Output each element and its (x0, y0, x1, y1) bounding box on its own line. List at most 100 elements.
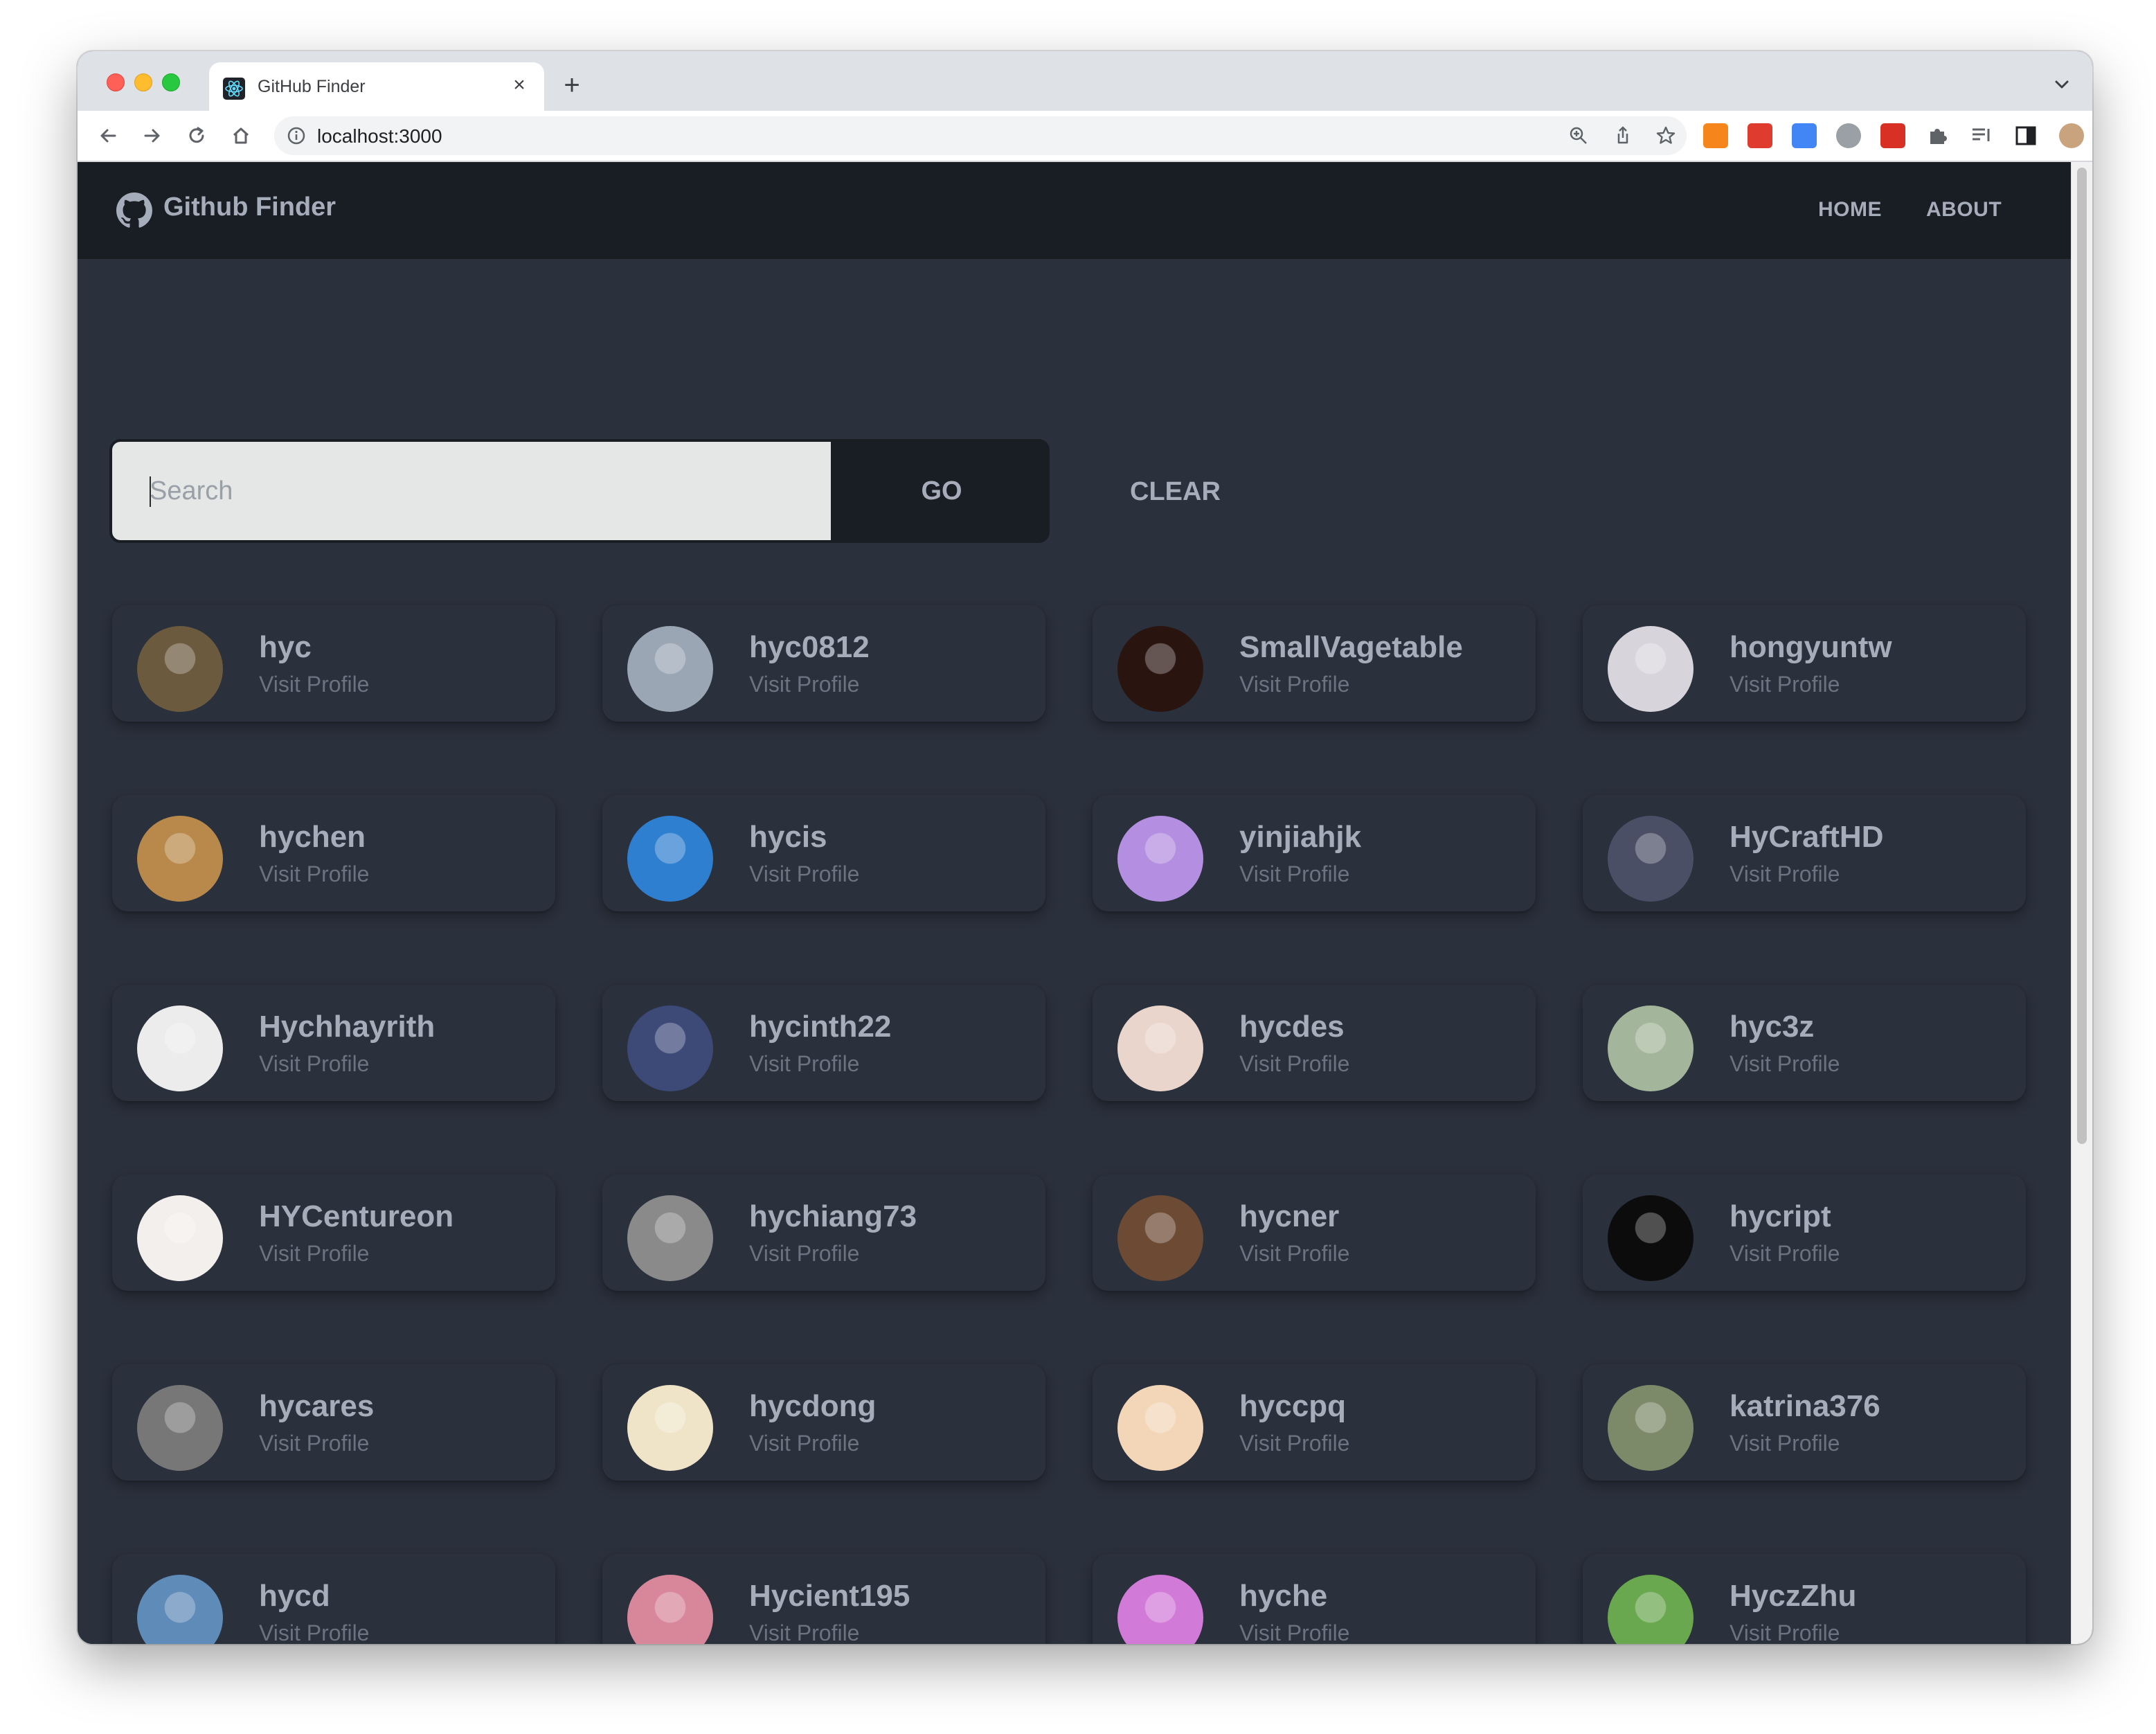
user-card[interactable]: hyc Visit Profile (112, 605, 555, 722)
user-card[interactable]: hycript Visit Profile (1583, 1174, 2026, 1291)
visit-profile-link[interactable]: Visit Profile (749, 861, 859, 887)
user-login: hycinth22 (749, 1010, 892, 1044)
user-login: hyc3z (1730, 1010, 1815, 1044)
user-card[interactable]: HYCentureon Visit Profile (112, 1174, 555, 1291)
user-card[interactable]: yinjiahjk Visit Profile (1093, 795, 1536, 911)
metamask-extension-icon[interactable] (1703, 123, 1728, 148)
visit-profile-link[interactable]: Visit Profile (1730, 672, 1840, 697)
visit-profile-link[interactable]: Visit Profile (1239, 1241, 1349, 1267)
user-card[interactable]: hycdong Visit Profile (602, 1364, 1045, 1481)
zoom-icon[interactable] (1567, 125, 1590, 147)
user-avatar (1608, 1195, 1694, 1281)
visit-profile-link[interactable]: Visit Profile (1239, 1431, 1349, 1456)
user-card[interactable]: SmallVagetable Visit Profile (1093, 605, 1536, 722)
browser-window: GitHub Finder × + localhost:3000 Github … (78, 51, 2092, 1644)
nav-about-link[interactable]: ABOUT (1926, 198, 2002, 222)
user-login: HyCraftHD (1730, 820, 1884, 854)
user-card[interactable]: hycis Visit Profile (602, 795, 1045, 911)
url-text[interactable]: localhost:3000 (317, 125, 442, 148)
zoom-window-button[interactable] (162, 73, 180, 91)
user-login: yinjiahjk (1239, 820, 1362, 854)
visit-profile-link[interactable]: Visit Profile (1730, 1620, 1840, 1644)
user-card[interactable]: hyccpq Visit Profile (1093, 1364, 1536, 1481)
user-card[interactable]: hongyuntw Visit Profile (1583, 605, 2026, 722)
visit-profile-link[interactable]: Visit Profile (749, 1431, 859, 1456)
share-icon[interactable] (1612, 125, 1634, 147)
user-card[interactable]: hycd Visit Profile (112, 1554, 555, 1644)
close-tab-icon[interactable]: × (507, 73, 532, 98)
user-card[interactable]: hyche Visit Profile (1093, 1554, 1536, 1644)
visit-profile-link[interactable]: Visit Profile (1239, 1051, 1349, 1077)
visit-profile-link[interactable]: Visit Profile (259, 1431, 369, 1456)
address-bar[interactable]: localhost:3000 (274, 116, 1687, 155)
user-card[interactable]: katrina376 Visit Profile (1583, 1364, 2026, 1481)
user-card[interactable]: hyc0812 Visit Profile (602, 605, 1045, 722)
user-login: hyc0812 (749, 630, 870, 664)
user-card[interactable]: HyczZhu Visit Profile (1583, 1554, 2026, 1644)
user-avatar (627, 1005, 713, 1091)
brand-title[interactable]: Github Finder (163, 193, 336, 222)
user-login: hycdes (1239, 1010, 1345, 1044)
user-avatar (1117, 1385, 1203, 1471)
user-avatar (137, 626, 223, 712)
user-card[interactable]: hycdes Visit Profile (1093, 985, 1536, 1101)
visit-profile-link[interactable]: Visit Profile (259, 1620, 369, 1644)
nav-home-link[interactable]: HOME (1818, 198, 1882, 222)
grammar-extension-icon[interactable] (1836, 123, 1861, 148)
user-card[interactable]: Hychhayrith Visit Profile (112, 985, 555, 1101)
user-login: Hycient195 (749, 1579, 910, 1613)
user-card[interactable]: hycares Visit Profile (112, 1364, 555, 1481)
visit-profile-link[interactable]: Visit Profile (259, 861, 369, 887)
user-login: hychiang73 (749, 1199, 917, 1233)
visit-profile-link[interactable]: Visit Profile (749, 1241, 859, 1267)
visit-profile-link[interactable]: Visit Profile (749, 1620, 859, 1644)
puzzle-icon[interactable] (1925, 123, 1950, 148)
visit-profile-link[interactable]: Visit Profile (749, 1051, 859, 1077)
reload-icon[interactable] (181, 120, 212, 151)
visit-profile-link[interactable]: Visit Profile (259, 1241, 369, 1267)
visit-profile-link[interactable]: Visit Profile (1239, 672, 1349, 697)
close-window-button[interactable] (107, 73, 125, 91)
user-avatar (137, 1575, 223, 1644)
reading-list-icon[interactable] (1969, 123, 1994, 148)
go-button[interactable]: GO (831, 442, 1047, 540)
extension-icon[interactable] (1880, 123, 1905, 148)
user-card[interactable]: hychiang73 Visit Profile (602, 1174, 1045, 1291)
visit-profile-link[interactable]: Visit Profile (1730, 1241, 1840, 1267)
clear-button[interactable]: CLEAR (1130, 477, 1221, 507)
user-login: katrina376 (1730, 1389, 1880, 1423)
visit-profile-link[interactable]: Visit Profile (749, 672, 859, 697)
visit-profile-link[interactable]: Visit Profile (1730, 1051, 1840, 1077)
visit-profile-link[interactable]: Visit Profile (259, 1051, 369, 1077)
active-tab[interactable]: GitHub Finder × (209, 62, 544, 111)
user-card[interactable]: hyc3z Visit Profile (1583, 985, 2026, 1101)
user-login: HYCentureon (259, 1199, 454, 1233)
visit-profile-link[interactable]: Visit Profile (1730, 861, 1840, 887)
new-tab-button[interactable]: + (558, 71, 586, 100)
github-icon (116, 193, 152, 228)
visit-profile-link[interactable]: Visit Profile (259, 672, 369, 697)
info-icon[interactable] (287, 126, 306, 145)
user-card[interactable]: hycinth22 Visit Profile (602, 985, 1045, 1101)
visit-profile-link[interactable]: Visit Profile (1239, 861, 1349, 887)
profile-avatar[interactable] (2059, 123, 2084, 148)
bookmark-star-icon[interactable] (1655, 125, 1677, 147)
forward-arrow-icon[interactable] (137, 120, 168, 151)
user-card[interactable]: hychen Visit Profile (112, 795, 555, 911)
home-icon[interactable] (226, 120, 256, 151)
scrollbar-thumb[interactable] (2077, 168, 2087, 1144)
minimize-window-button[interactable] (134, 73, 152, 91)
chevron-down-icon[interactable] (2049, 72, 2074, 97)
extension-icon[interactable] (1748, 123, 1772, 148)
user-card[interactable]: hycner Visit Profile (1093, 1174, 1536, 1291)
side-panel-icon[interactable] (2013, 123, 2038, 148)
back-arrow-icon[interactable] (93, 120, 123, 151)
search-input[interactable] (112, 442, 831, 540)
user-card[interactable]: Hycient195 Visit Profile (602, 1554, 1045, 1644)
visit-profile-link[interactable]: Visit Profile (1239, 1620, 1349, 1644)
user-avatar (627, 1575, 713, 1644)
user-card[interactable]: HyCraftHD Visit Profile (1583, 795, 2026, 911)
translate-extension-icon[interactable] (1792, 123, 1817, 148)
page-scrollbar[interactable] (2071, 162, 2092, 1644)
visit-profile-link[interactable]: Visit Profile (1730, 1431, 1840, 1456)
